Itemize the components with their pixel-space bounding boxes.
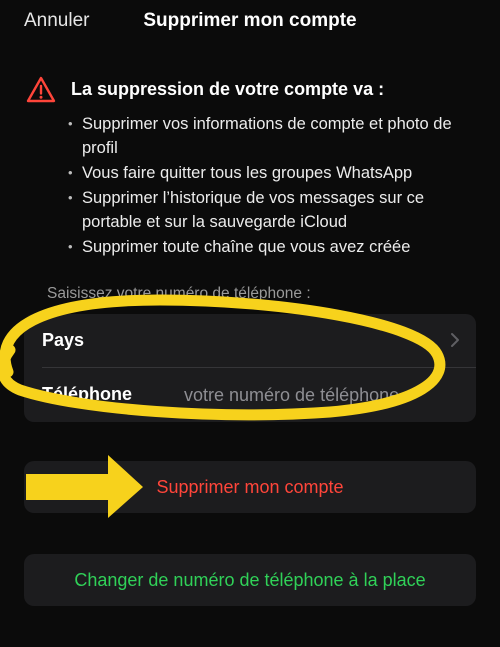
- phone-label: Téléphone: [42, 384, 133, 404]
- warning-item: Supprimer toute chaîne que vous avez cré…: [68, 235, 478, 259]
- delete-account-label: Supprimer mon compte: [156, 477, 344, 497]
- warning-item: Vous faire quitter tous les groupes What…: [68, 161, 478, 185]
- warning-triangle-icon: [26, 76, 56, 103]
- warning-item: Supprimer l’historique de vos messages s…: [68, 186, 478, 234]
- country-label: Pays: [42, 330, 85, 350]
- delete-account-button[interactable]: Supprimer mon compte: [24, 461, 476, 513]
- phone-number-card: Pays Téléphone: [24, 314, 476, 422]
- page-title: Supprimer mon compte: [143, 10, 357, 31]
- change-number-button[interactable]: Changer de numéro de téléphone à la plac…: [24, 554, 476, 606]
- navigation-bar: Annuler Supprimer mon compte: [0, 0, 500, 44]
- phone-number-input[interactable]: [184, 381, 474, 409]
- change-number-label: Changer de numéro de téléphone à la plac…: [74, 570, 426, 590]
- chevron-right-icon: [451, 333, 459, 347]
- warning-list: Supprimer vos informations de compte et …: [68, 112, 478, 260]
- warning-heading: La suppression de votre compte va :: [71, 79, 385, 99]
- country-row[interactable]: Pays: [24, 314, 476, 368]
- phone-section-label: Saisissez votre numéro de téléphone :: [47, 285, 311, 302]
- warning-item: Supprimer vos informations de compte et …: [68, 112, 478, 160]
- delete-account-screen: Annuler Supprimer mon compte La suppress…: [0, 0, 500, 647]
- phone-row: Téléphone: [24, 368, 476, 422]
